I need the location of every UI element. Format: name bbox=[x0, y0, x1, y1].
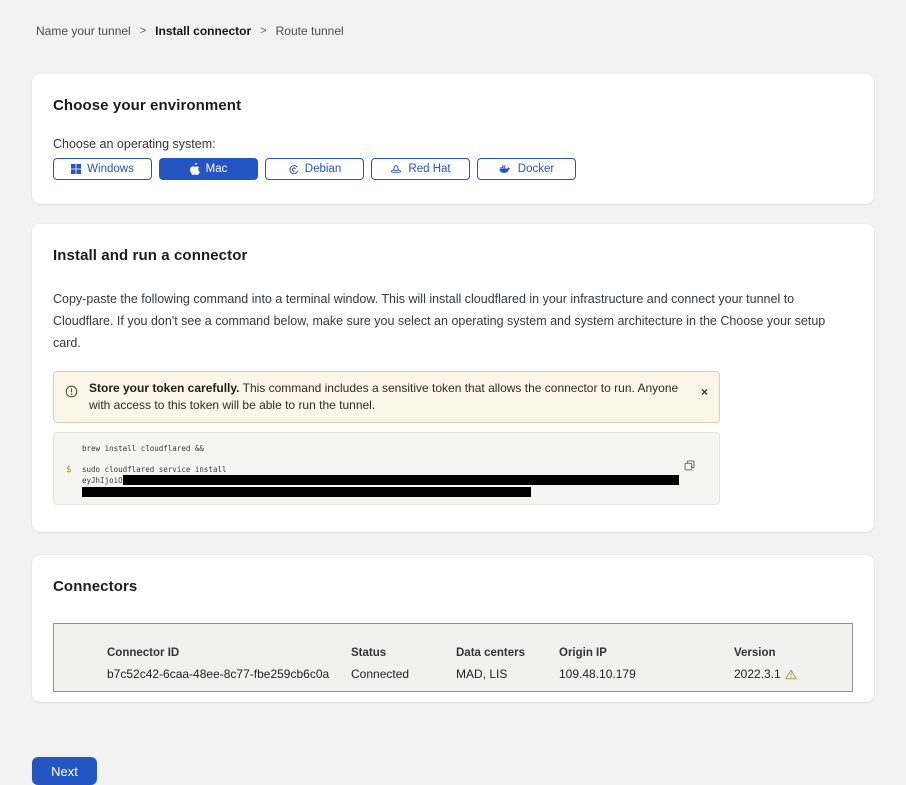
breadcrumb-step-install-connector[interactable]: Install connector bbox=[155, 24, 251, 38]
header-version: Version bbox=[734, 647, 842, 659]
redhat-icon bbox=[390, 164, 402, 175]
environment-card-title: Choose your environment bbox=[53, 97, 853, 114]
os-button-label: Docker bbox=[518, 163, 554, 175]
status-badge: Connected bbox=[351, 667, 456, 681]
connectors-card: Connectors Connector ID Status Data cent… bbox=[32, 555, 874, 702]
os-button-windows[interactable]: Windows bbox=[53, 158, 152, 180]
copy-icon[interactable] bbox=[684, 460, 695, 471]
os-button-label: Mac bbox=[206, 163, 228, 175]
breadcrumb-step-name-tunnel[interactable]: Name your tunnel bbox=[36, 24, 131, 38]
header-connector-id: Connector ID bbox=[107, 647, 351, 659]
os-button-debian[interactable]: Debian bbox=[265, 158, 364, 180]
os-button-label: Red Hat bbox=[408, 163, 450, 175]
redacted-token-bar bbox=[123, 475, 679, 485]
windows-icon bbox=[71, 164, 81, 174]
apple-icon bbox=[190, 163, 200, 175]
token-line: eyJhIjoiO bbox=[82, 475, 705, 487]
os-button-mac[interactable]: Mac bbox=[159, 158, 258, 180]
connector-card-title: Install and run a connector bbox=[53, 247, 853, 264]
redacted-token-bar bbox=[82, 487, 531, 497]
os-button-docker[interactable]: Docker bbox=[477, 158, 576, 180]
cell-connector-id: b7c52c42-6caa-48ee-8c77-fbe259cb6c0a bbox=[107, 667, 351, 681]
breadcrumb: Name your tunnel > Install connector > R… bbox=[36, 24, 870, 38]
command-line-1: brew install cloudflared && bbox=[82, 444, 705, 455]
close-icon[interactable]: × bbox=[701, 386, 708, 398]
os-button-label: Debian bbox=[305, 163, 341, 175]
header-status: Status bbox=[351, 647, 456, 659]
os-button-label: Windows bbox=[87, 163, 134, 175]
os-button-redhat[interactable]: Red Hat bbox=[371, 158, 470, 180]
connectors-card-title: Connectors bbox=[53, 578, 853, 595]
docker-icon bbox=[499, 164, 512, 174]
install-connector-card: Install and run a connector Copy-paste t… bbox=[32, 224, 874, 532]
token-warning-banner: Store your token carefully. This command… bbox=[53, 371, 720, 423]
cell-origin-ip: 109.48.10.179 bbox=[559, 667, 734, 681]
breadcrumb-separator: > bbox=[260, 25, 266, 37]
table-row: b7c52c42-6caa-48ee-8c77-fbe259cb6c0a Con… bbox=[107, 667, 842, 681]
header-data-centers: Data centers bbox=[456, 647, 559, 659]
shell-prompt: $ bbox=[66, 465, 71, 475]
install-command-code-block: $ brew install cloudflared && sudo cloud… bbox=[53, 432, 720, 505]
command-line-2: sudo cloudflared service install bbox=[82, 465, 705, 476]
debian-icon bbox=[288, 164, 299, 175]
warning-title: Store your token carefully. bbox=[89, 381, 240, 395]
cell-data-centers: MAD, LIS bbox=[456, 667, 559, 681]
breadcrumb-step-route-tunnel[interactable]: Route tunnel bbox=[276, 24, 344, 38]
connectors-table-header: Connector ID Status Data centers Origin … bbox=[107, 647, 842, 659]
version-value: 2022.3.1 bbox=[734, 667, 781, 681]
choose-environment-card: Choose your environment Choose an operat… bbox=[32, 74, 874, 204]
connector-description: Copy-paste the following command into a … bbox=[53, 288, 850, 354]
header-origin-ip: Origin IP bbox=[559, 647, 734, 659]
cell-version: 2022.3.1 bbox=[734, 667, 842, 681]
alert-circle-icon bbox=[65, 385, 78, 403]
breadcrumb-separator: > bbox=[140, 25, 146, 37]
tunnel-setup-page: Name your tunnel > Install connector > R… bbox=[0, 0, 906, 785]
token-prefix: eyJhIjoiO bbox=[82, 476, 123, 485]
next-button[interactable]: Next bbox=[32, 757, 97, 785]
os-select-label: Choose an operating system: bbox=[53, 137, 853, 151]
warning-triangle-icon bbox=[785, 669, 797, 680]
os-button-row: Windows Mac Debian Red Hat bbox=[53, 158, 853, 180]
connectors-table: Connector ID Status Data centers Origin … bbox=[53, 623, 853, 692]
